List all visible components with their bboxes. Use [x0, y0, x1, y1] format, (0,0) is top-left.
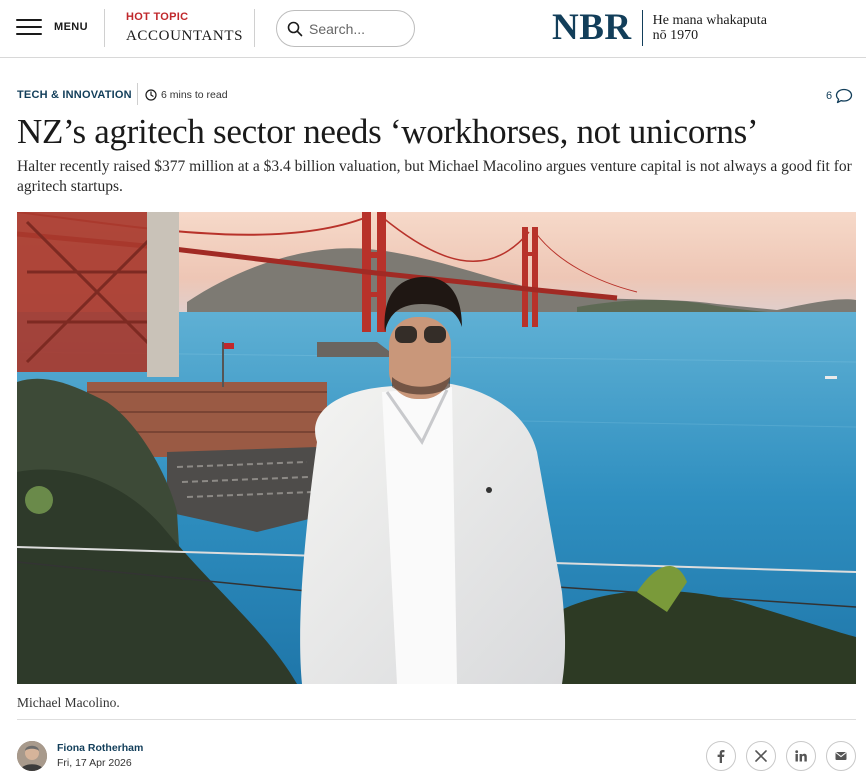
share-x-button[interactable] [746, 741, 776, 771]
facebook-icon [717, 750, 725, 763]
share-facebook-button[interactable] [706, 741, 736, 771]
logo-wordmark: NBR [552, 7, 632, 48]
meta-divider [137, 83, 138, 105]
x-icon [755, 750, 767, 762]
search-input[interactable] [309, 20, 405, 37]
hamburger-icon [16, 19, 42, 35]
hot-topic-link[interactable]: HOT TOPIC ACCOUNTANTS [126, 11, 243, 45]
site-header: MENU HOT TOPIC ACCOUNTANTS NBR He mana w… [0, 0, 866, 58]
logo-tagline-line2: nō 1970 [652, 28, 699, 43]
menu-label: MENU [54, 21, 88, 33]
logo-tagline: He mana whakaputa nō 1970 [653, 13, 767, 43]
share-email-button[interactable] [826, 741, 856, 771]
article-headline: NZ’s agritech sector needs ‘workhorses, … [17, 112, 759, 151]
share-linkedin-button[interactable] [786, 741, 816, 771]
hero-image [17, 212, 856, 684]
search-box[interactable] [276, 10, 415, 47]
hot-topic-name: ACCOUNTANTS [126, 28, 244, 44]
image-caption: Michael Macolino. [17, 695, 120, 710]
header-divider [104, 9, 105, 47]
read-time: 6 mins to read [145, 89, 228, 101]
byline-divider [17, 719, 856, 720]
comments-link[interactable]: 6 [826, 88, 853, 104]
logo-tagline-line1: He mana whakaputa [652, 13, 767, 28]
header-divider [254, 9, 255, 47]
email-icon [835, 752, 847, 760]
comment-bubble-icon [835, 88, 853, 104]
site-logo[interactable]: NBR He mana whakaputa nō 1970 [552, 7, 767, 48]
logo-divider [641, 10, 643, 46]
article-standfirst: Halter recently raised $377 million at a… [17, 158, 852, 195]
linkedin-icon [795, 750, 807, 762]
search-icon [287, 21, 303, 36]
hot-topic-label: HOT TOPIC [126, 11, 189, 23]
clock-icon [145, 89, 157, 101]
author-avatar [17, 741, 47, 771]
publish-date: Fri, 17 Apr 2026 [57, 757, 132, 769]
menu-button[interactable]: MENU [16, 19, 88, 35]
author-name[interactable]: Fiona Rotherham [57, 742, 143, 754]
read-time-text: 6 mins to read [161, 89, 228, 101]
comment-count: 6 [826, 90, 833, 102]
section-link[interactable]: TECH & INNOVATION [17, 89, 132, 101]
